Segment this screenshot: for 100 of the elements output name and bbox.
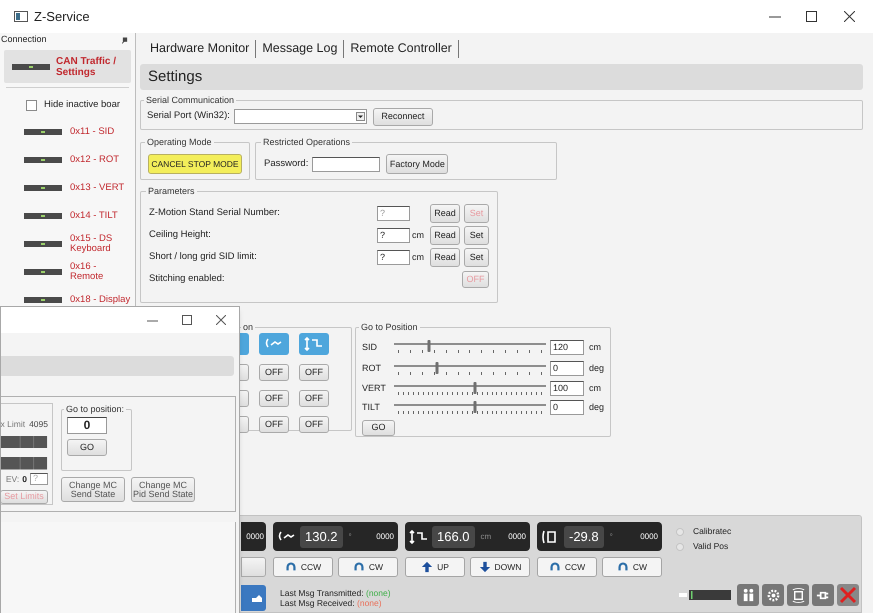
dropdown[interactable]	[234, 109, 367, 124]
radio-button[interactable]	[676, 542, 684, 550]
position-value: 166.0	[432, 526, 475, 548]
radio-button[interactable]	[676, 528, 684, 536]
slider[interactable]	[394, 362, 546, 376]
field-label: Serial Port (Win32):	[147, 109, 230, 124]
go-button[interactable]: GO	[362, 420, 395, 436]
status-message: Last Msg Transmitted: (none)	[280, 588, 391, 598]
toggle-button[interactable]: OFF	[259, 416, 289, 432]
toggle-button[interactable]	[239, 416, 249, 432]
checkbox[interactable]	[26, 100, 37, 110]
toggle-button[interactable]	[239, 364, 249, 380]
status-button[interactable]	[787, 584, 809, 606]
group-title: Operating Mode	[146, 136, 213, 149]
sidebar-item[interactable]: 0x15 - DS Keyboard	[4, 235, 131, 253]
toggle-button[interactable]: OFF	[259, 364, 289, 380]
change-state-button[interactable]: Change MC Pid Send State	[131, 477, 195, 502]
axis-button[interactable]	[241, 585, 266, 611]
set-button[interactable]: Set	[464, 248, 489, 267]
radio-label: Calibratec	[693, 525, 732, 538]
jog-button[interactable]: CW	[602, 557, 662, 577]
change-state-button[interactable]: Change MC Send State	[61, 477, 125, 502]
sidebar-item[interactable]: 0x13 - VERT	[4, 179, 131, 197]
password-field[interactable]	[312, 156, 380, 172]
tab[interactable]: Remote Controller	[346, 39, 456, 58]
sidebar-item[interactable]: 0x16 - Remote	[4, 263, 131, 281]
unit-label: cm	[589, 382, 601, 396]
field-label: Short / long grid SID limit:	[149, 250, 258, 264]
slider[interactable]	[394, 400, 546, 415]
jog-button[interactable]: CCW	[273, 557, 333, 577]
sidebar-item[interactable]: 0x14 - TILT	[4, 207, 131, 225]
input-field[interactable]: 120	[550, 340, 584, 355]
read-button[interactable]: Read	[430, 226, 460, 245]
slider-thumb[interactable]	[473, 400, 476, 413]
input-field[interactable]: 100	[550, 381, 584, 396]
jog-button[interactable]: CCW	[537, 557, 597, 577]
sidebar-item[interactable]: 0x18 - Display	[4, 291, 131, 309]
field-label: Ceiling Height:	[149, 228, 212, 242]
sidebar-item[interactable]: 0x12 - ROT	[4, 151, 131, 169]
unit-label: cm	[412, 250, 425, 264]
led-indicator-icon	[12, 64, 50, 70]
slider-thumb[interactable]	[435, 362, 438, 374]
slider-thumb[interactable]	[427, 340, 430, 352]
tab[interactable]: Hardware Monitor	[146, 39, 254, 58]
read-button[interactable]: Read	[430, 248, 460, 267]
jog-button[interactable]: CW	[338, 557, 398, 577]
rotate-icon	[284, 561, 297, 573]
axis-icon	[409, 528, 429, 546]
reconnect-button[interactable]: Reconnect	[372, 108, 433, 126]
toggle-button[interactable]: OFF	[299, 390, 329, 406]
axis-button[interactable]	[259, 332, 289, 354]
sidebar-item[interactable]: CAN Traffic / Settings	[4, 50, 131, 83]
led-indicator-icon	[24, 241, 62, 247]
toggle-button[interactable]	[239, 390, 249, 406]
input-field[interactable]: 0	[67, 416, 107, 434]
field-label: TILT	[362, 400, 381, 414]
toggle-button[interactable]: OFF	[299, 416, 329, 432]
limit-value: 4095	[29, 418, 48, 431]
axis-button[interactable]	[299, 332, 329, 354]
set-button[interactable]: Set	[464, 226, 489, 245]
radio-label: Valid Pos	[693, 540, 728, 553]
close-icon	[216, 315, 226, 325]
pin-icon	[122, 36, 128, 44]
axis-icon	[252, 593, 262, 603]
stop-mode-button[interactable]: CANCEL STOP MODE	[148, 154, 242, 174]
sidebar-item[interactable]: 0x11 - SID	[4, 123, 131, 141]
status-button[interactable]	[812, 584, 834, 606]
field-label: EV:	[6, 472, 20, 486]
counter-value: 0000	[508, 530, 526, 542]
unit-label: deg	[589, 400, 604, 414]
toggle-button[interactable]: OFF	[299, 364, 329, 380]
slider[interactable]	[394, 340, 546, 354]
input-field[interactable]: ?	[377, 228, 410, 243]
tab[interactable]: Message Log	[258, 39, 342, 58]
ev-value: 0	[22, 472, 27, 486]
item-label: 0x15 - DS Keyboard	[70, 234, 114, 254]
maximize-icon	[182, 315, 192, 325]
jog-button[interactable]: UP	[405, 557, 465, 577]
go-button[interactable]: GO	[67, 438, 107, 456]
input-field[interactable]: 0	[550, 361, 584, 376]
counter-value: 0000	[640, 530, 658, 542]
slider-thumb[interactable]	[473, 382, 476, 394]
counter-value: 0000	[246, 530, 264, 542]
input-field[interactable]: ?	[377, 250, 410, 265]
slider[interactable]	[394, 382, 546, 396]
status-button[interactable]	[737, 584, 759, 606]
field-label: Password:	[264, 157, 308, 172]
input-field[interactable]: 0	[550, 400, 584, 416]
arrow-icon	[421, 561, 434, 573]
toggle-button[interactable]: OFF	[259, 390, 289, 406]
axis-button[interactable]	[239, 332, 249, 354]
status-button[interactable]	[762, 584, 784, 606]
gear-icon	[764, 586, 782, 604]
unit-label: °	[348, 530, 352, 542]
group-title: Go to position:	[65, 403, 126, 416]
level-bar-icon	[0, 436, 48, 448]
panel-title: Connection	[1, 33, 47, 46]
factory-mode-button[interactable]: Factory Mode	[386, 154, 448, 174]
jog-button[interactable]: DOWN	[470, 557, 530, 577]
unit-label: deg	[589, 362, 604, 376]
